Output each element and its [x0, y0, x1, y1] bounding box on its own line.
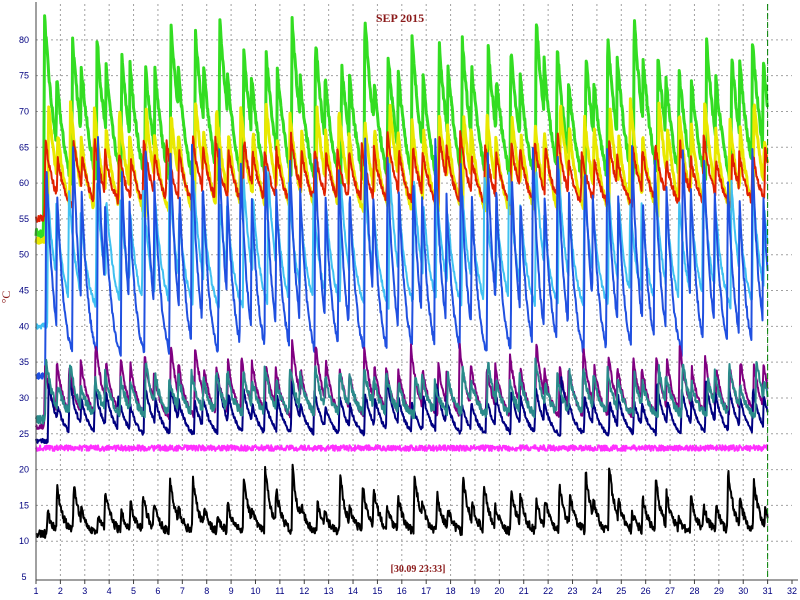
x-tick-label: 19 [470, 586, 480, 596]
x-tick-label: 22 [543, 586, 553, 596]
x-tick-label: 17 [421, 586, 431, 596]
y-tick-label: 15 [19, 500, 29, 510]
x-tick-label: 6 [155, 586, 160, 596]
x-tick-label: 30 [738, 586, 748, 596]
x-tick-label: 24 [592, 586, 602, 596]
x-tick-label: 3 [82, 586, 87, 596]
x-tick-label: 13 [324, 586, 334, 596]
y-tick-label: 50 [19, 250, 29, 260]
x-tick-label: 31 [763, 586, 773, 596]
x-tick-label: 10 [250, 586, 260, 596]
x-tick-label: 2 [58, 586, 63, 596]
x-tick-label: 16 [397, 586, 407, 596]
temperature-chart: 5101520253035404550556065707580 12345678… [0, 0, 800, 600]
y-tick-label: 80 [19, 35, 29, 45]
x-tick-label: 14 [348, 586, 358, 596]
chart-title: SEP 2015 [376, 11, 424, 25]
x-tick-label: 12 [299, 586, 309, 596]
y-tick-label: 60 [19, 178, 29, 188]
x-tick-label: 27 [665, 586, 675, 596]
y-tick-label: 75 [19, 71, 29, 81]
y-tick-label: 30 [19, 393, 29, 403]
x-tick-label: 20 [494, 586, 504, 596]
y-tick-label: 55 [19, 214, 29, 224]
y-tick-label: 5 [21, 572, 26, 582]
x-tick-label: 15 [372, 586, 382, 596]
x-tick-label: 26 [641, 586, 651, 596]
x-tick-label: 23 [568, 586, 578, 596]
x-tick-label: 7 [180, 586, 185, 596]
y-tick-label: 20 [19, 465, 29, 475]
y-tick-label: 70 [19, 106, 29, 116]
timestamp-label: [30.09 23:33] [391, 564, 446, 575]
y-tick-label: 65 [19, 142, 29, 152]
x-tick-label: 25 [616, 586, 626, 596]
x-tick-label: 32 [787, 586, 797, 596]
y-axis-label: °C [0, 291, 13, 304]
x-tick-label: 5 [131, 586, 136, 596]
x-tick-label: 1 [33, 586, 38, 596]
y-tick-label: 40 [19, 321, 29, 331]
x-tick-label: 28 [689, 586, 699, 596]
x-tick-label: 21 [519, 586, 529, 596]
x-tick-label: 29 [714, 586, 724, 596]
x-tick-label: 4 [107, 586, 112, 596]
x-tick-label: 18 [446, 586, 456, 596]
y-tick-label: 35 [19, 357, 29, 367]
y-tick-label: 45 [19, 286, 29, 296]
y-tick-label: 10 [19, 536, 29, 546]
y-tick-label: 25 [19, 429, 29, 439]
x-tick-label: 9 [229, 586, 234, 596]
x-tick-label: 11 [275, 586, 284, 596]
x-tick-label: 8 [204, 586, 209, 596]
